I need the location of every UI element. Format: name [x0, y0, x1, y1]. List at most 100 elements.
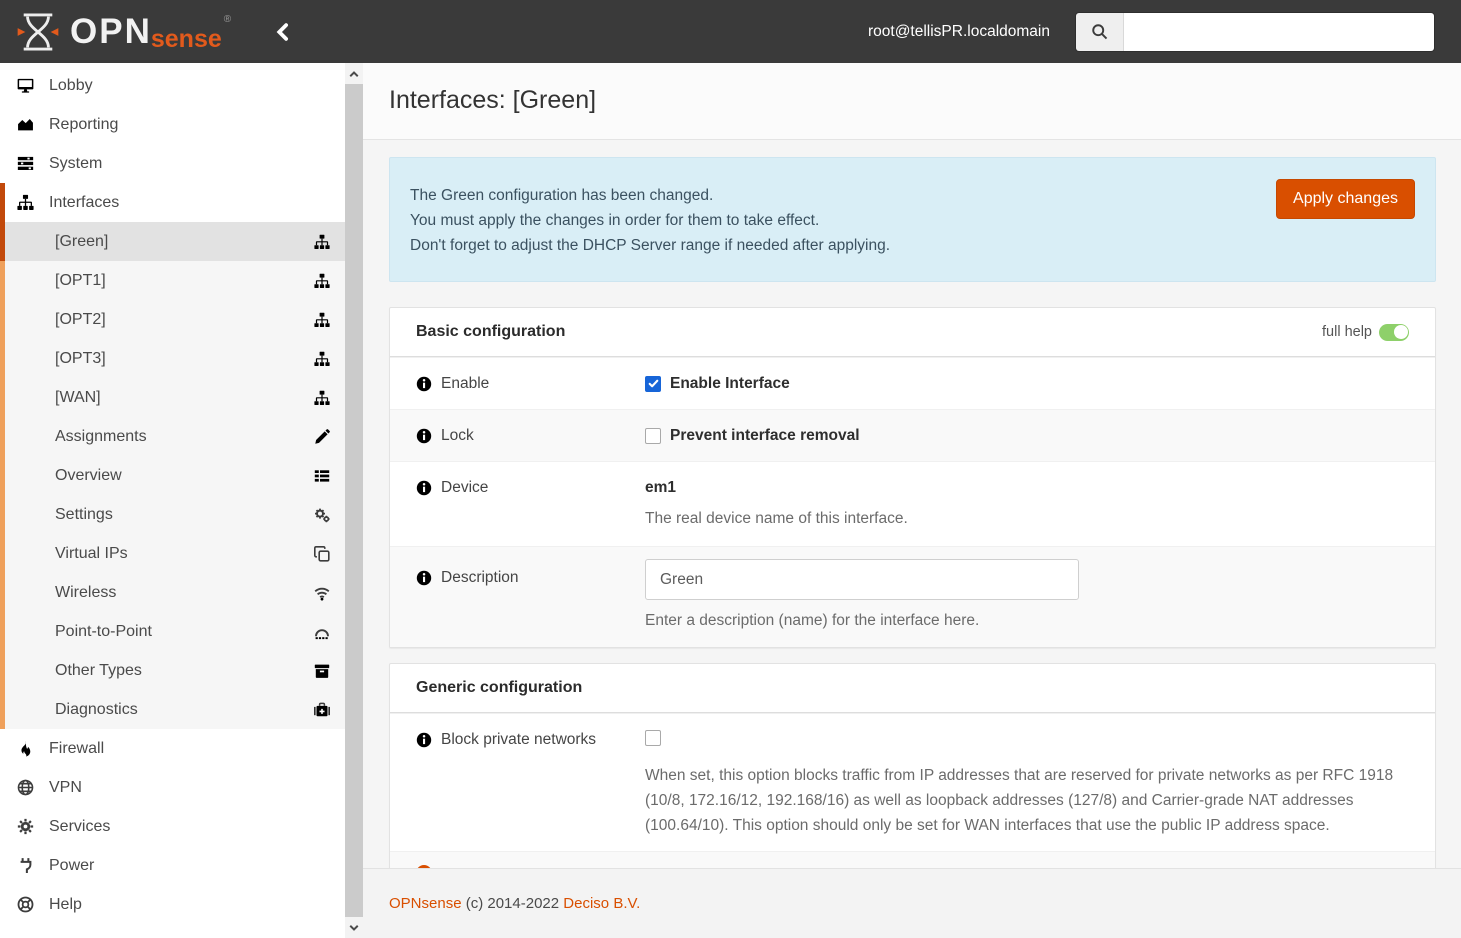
opnsense-logo-icon — [16, 10, 60, 54]
info-icon[interactable] — [416, 376, 432, 392]
full-help-toggle[interactable] — [1379, 323, 1409, 341]
sidebar-item-green[interactable]: [Green] — [0, 222, 345, 261]
panel-header: Generic configuration — [390, 664, 1435, 713]
sidebar-item-vpn[interactable]: VPN — [0, 768, 345, 807]
sidebar-item-interfaces[interactable]: Interfaces — [0, 183, 345, 222]
scroll-down-button[interactable] — [345, 917, 363, 938]
page-header: Interfaces: [Green] — [363, 63, 1461, 140]
sidebar-item-settings[interactable]: Settings — [0, 495, 345, 534]
sidebar-item-point-to-point[interactable]: Point-to-Point — [0, 612, 345, 651]
basic-configuration-panel: Basic configuration full help Enable Ena… — [389, 307, 1436, 648]
scroll-up-button[interactable] — [345, 63, 363, 84]
info-icon[interactable] — [416, 428, 432, 444]
alert-line: The Green configuration has been changed… — [410, 187, 714, 204]
field-label: Block private networks — [441, 731, 597, 748]
info-icon[interactable] — [416, 732, 432, 748]
plug-icon — [16, 857, 35, 874]
prevent-removal-checkbox[interactable] — [645, 427, 661, 444]
info-icon[interactable] — [416, 570, 432, 586]
sidebar-item-label: Assignments — [55, 427, 147, 445]
search-input[interactable] — [1124, 12, 1434, 51]
field-help-text: Enter a description (name) for the inter… — [645, 612, 980, 629]
device-value: em1 — [645, 479, 677, 496]
sidebar-item-services[interactable]: Services — [0, 807, 345, 846]
form-row-block-private-networks: Block private networks When set, this op… — [390, 713, 1435, 851]
form-row-clipped — [390, 851, 1435, 868]
sidebar-item-label: Reporting — [49, 115, 119, 133]
sidebar-item-reporting[interactable]: Reporting — [0, 105, 345, 144]
field-label: Device — [441, 479, 489, 496]
search-addon[interactable] — [1076, 12, 1124, 51]
sidebar-item-overview[interactable]: Overview — [0, 456, 345, 495]
wifi-icon — [313, 585, 331, 601]
sidebar-item-label: Wireless — [55, 583, 117, 601]
deciso-link[interactable]: Deciso B.V. — [563, 895, 640, 912]
desktop-icon — [16, 77, 35, 94]
main-area: Interfaces: [Green] The Green configurat… — [363, 63, 1461, 938]
sidebar-item-label: [OPT1] — [55, 271, 106, 289]
sitemap-icon — [313, 351, 331, 367]
sidebar-item-label: Overview — [55, 466, 122, 484]
area-chart-icon — [16, 116, 35, 133]
alert-message: The Green configuration has been changed… — [410, 183, 890, 258]
globe-icon — [16, 779, 35, 796]
sidebar-item-help[interactable]: Help — [0, 885, 345, 924]
sidebar-item-virtual-ips[interactable]: Virtual IPs — [0, 534, 345, 573]
sidebar-item-power[interactable]: Power — [0, 846, 345, 885]
sidebar-item-other-types[interactable]: Other Types — [0, 651, 345, 690]
info-icon[interactable] — [416, 480, 432, 496]
archive-icon — [313, 663, 331, 679]
sidebar-collapse-icon[interactable] — [273, 22, 293, 42]
sidebar-item-label: [Green] — [55, 232, 109, 250]
sidebar-item-label: [OPT3] — [55, 349, 106, 367]
arch-icon — [313, 624, 331, 640]
sidebar-item-lobby[interactable]: Lobby — [0, 66, 345, 105]
top-bar: OPN sense ® root@tellisPR.localdomain — [0, 0, 1461, 63]
opnsense-link[interactable]: OPNsense — [389, 895, 462, 912]
chevron-up-icon — [348, 68, 360, 80]
panel-title: Generic configuration — [416, 679, 583, 696]
medkit-icon — [313, 702, 331, 718]
sidebar-item-wireless[interactable]: Wireless — [0, 573, 345, 612]
sidebar-item-diagnostics[interactable]: Diagnostics — [0, 690, 345, 729]
form-row-lock: Lock Prevent interface removal — [390, 409, 1435, 461]
brand-text-sense: sense — [150, 24, 222, 53]
search-box — [1075, 11, 1435, 52]
sidebar-item-label: Virtual IPs — [55, 544, 128, 562]
sidebar-scrollbar[interactable] — [345, 63, 363, 938]
form-row-enable: Enable Enable Interface — [390, 357, 1435, 409]
panel-title: Basic configuration — [416, 323, 566, 340]
page-footer: OPNsense (c) 2014-2022 Deciso B.V. — [363, 868, 1461, 938]
fire-icon — [16, 740, 35, 757]
sidebar-item-opt3[interactable]: [OPT3] — [0, 339, 345, 378]
full-help-toggle-group[interactable]: full help — [1322, 323, 1409, 341]
page-title: Interfaces: [Green] — [389, 86, 597, 114]
sidebar-item-label: Lobby — [49, 76, 93, 94]
sidebar-item-label: [OPT2] — [55, 310, 106, 328]
sidebar-item-opt2[interactable]: [OPT2] — [0, 300, 345, 339]
sidebar-item-label: Services — [49, 817, 111, 835]
enable-interface-checkbox[interactable] — [645, 375, 661, 392]
sidebar-item-label: System — [49, 154, 103, 172]
gear-icon — [16, 818, 35, 835]
block-private-networks-checkbox[interactable] — [645, 730, 661, 746]
full-help-label: full help — [1322, 324, 1372, 340]
sidebar-item-wan[interactable]: [WAN] — [0, 378, 345, 417]
form-row-description: Description Enter a description (name) f… — [390, 546, 1435, 647]
field-help-text: When set, this option blocks traffic fro… — [645, 767, 1394, 834]
gears-icon — [313, 507, 331, 523]
sidebar-item-assignments[interactable]: Assignments — [0, 417, 345, 456]
list-icon — [313, 468, 331, 484]
sidebar-item-system[interactable]: System — [0, 144, 345, 183]
life-ring-icon — [16, 896, 35, 913]
sidebar-item-opt1[interactable]: [OPT1] — [0, 261, 345, 300]
check-icon — [648, 378, 659, 389]
sidebar-item-firewall[interactable]: Firewall — [0, 729, 345, 768]
apply-changes-button[interactable]: Apply changes — [1276, 179, 1415, 219]
apply-changes-alert: The Green configuration has been changed… — [389, 157, 1436, 282]
page-content: The Green configuration has been changed… — [363, 140, 1461, 868]
brand-logo[interactable]: OPN sense ® — [16, 10, 231, 54]
logged-in-user: root@tellisPR.localdomain — [867, 22, 1050, 40]
description-input[interactable] — [645, 559, 1079, 600]
field-label: Enable — [441, 374, 490, 392]
